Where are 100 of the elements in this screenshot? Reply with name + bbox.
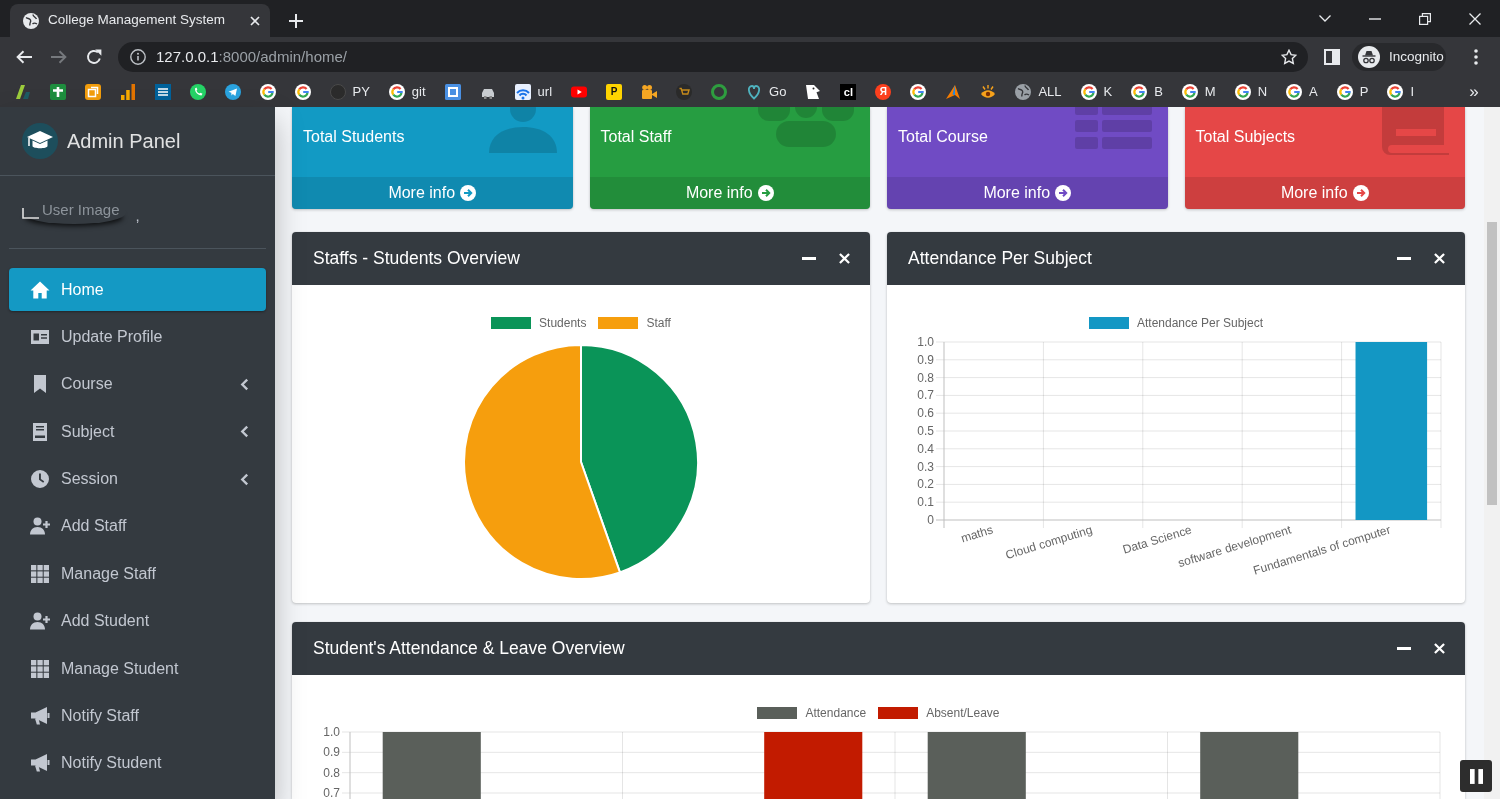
bookmark[interactable]: B [1121, 79, 1173, 105]
sidebar-item[interactable]: Update Profile [9, 315, 266, 359]
sidebar-item[interactable]: Notify Staff [9, 694, 266, 738]
y-tick-label: 1.0 [917, 335, 934, 349]
sidebar-item[interactable]: Subject [9, 410, 266, 454]
phone-bubble-icon [189, 84, 206, 100]
bookmark[interactable]: N [1225, 79, 1277, 105]
slanted-stripes-icon [14, 84, 31, 100]
play-icon [571, 84, 588, 100]
close-icon [1433, 253, 1445, 264]
browser-tab[interactable]: College Management System [10, 4, 270, 37]
arrow-circle-icon [460, 185, 477, 201]
ring-icon [711, 84, 728, 100]
bookmarks-overflow-button[interactable]: » [1460, 79, 1488, 105]
close-icon [838, 253, 850, 264]
bookmark[interactable]: Go [736, 79, 796, 105]
close-icon [1469, 12, 1481, 25]
close-icon [250, 15, 260, 26]
pause-button[interactable] [1460, 760, 1492, 792]
bookmark[interactable]: P [596, 79, 632, 105]
movie-camera-icon [641, 84, 658, 100]
y-tick-label: 0.9 [917, 352, 934, 367]
user-plus-icon [30, 611, 50, 632]
card-title: Staffs - Students Overview [313, 248, 521, 269]
arrow-left-icon [16, 50, 32, 64]
bookmark[interactable]: M [1172, 79, 1226, 105]
cart-icon [676, 84, 693, 100]
stat-title: Total Subjects [1194, 127, 1296, 147]
y-tick-label: 0.7 [917, 388, 934, 403]
user-name: , [135, 205, 140, 226]
profile-button[interactable]: Incognito [1352, 43, 1446, 71]
graduation-cap-icon [22, 123, 58, 159]
sidebar-item[interactable]: Session [9, 457, 266, 501]
bookmark[interactable]: A [1276, 79, 1328, 105]
heart-outline-icon [746, 84, 763, 100]
bookmark[interactable]: I [1377, 79, 1424, 105]
chevron-left-icon [240, 377, 249, 391]
scrollbar-thumb[interactable] [1487, 222, 1497, 505]
bookmark[interactable]: Я [865, 79, 901, 105]
g-ring-icon [1131, 84, 1148, 100]
g-ring-icon [1080, 84, 1097, 100]
legend-label: Students [539, 316, 587, 330]
g-ring-icon [1286, 84, 1303, 100]
legend-label: Staff [646, 316, 671, 330]
paper-plane-icon [224, 84, 241, 100]
address-bar[interactable]: 127.0.0.1:8000/admin/home/ [118, 42, 1308, 72]
info-icon [130, 49, 146, 65]
stat-title: Total Staff [599, 127, 672, 147]
legend-label: Absent/Leave [926, 706, 1000, 720]
url-text: 127.0.0.1:8000/admin/home/ [156, 46, 347, 67]
scrollbar[interactable] [1484, 107, 1500, 799]
bookmark[interactable]: git [379, 79, 436, 105]
bookmark[interactable]: PY [320, 79, 380, 105]
bookmark-star-button[interactable] [1281, 49, 1297, 65]
y-tick-label: 0.5 [917, 424, 934, 438]
y-tick-label: 0.2 [917, 477, 934, 492]
more-info-link[interactable]: More info [589, 177, 870, 209]
sidebar-item[interactable]: Notify Student [9, 741, 266, 785]
more-info-link[interactable]: More info [292, 177, 573, 209]
sidebar-item[interactable]: Manage Student [9, 647, 266, 691]
stat-title: Total Students [302, 127, 405, 147]
restore-icon [1419, 12, 1431, 25]
eye-icon [980, 84, 997, 100]
side-panel-icon [1324, 49, 1340, 65]
brand-link[interactable]: Admin Panel [0, 107, 275, 176]
bookmark[interactable]: K [1071, 79, 1122, 105]
bird-head-icon [805, 84, 822, 100]
y-tick-label: 0.9 [323, 745, 340, 760]
people-icon [758, 107, 854, 147]
book-icon [30, 421, 50, 442]
sidebar-item[interactable]: Add Staff [9, 504, 266, 548]
pause-icon [1469, 768, 1483, 784]
sidebar-item[interactable]: Manage Staff [9, 552, 266, 596]
person-icon [488, 107, 557, 153]
arrow-circle-icon [1352, 185, 1369, 201]
more-info-link[interactable]: More info [1184, 177, 1465, 209]
more-info-link[interactable]: More info [887, 177, 1168, 209]
card-title: Student's Attendance & Leave Overview [313, 638, 626, 659]
arrow-circle-icon [1055, 185, 1072, 201]
y-tick-label: 0.1 [917, 495, 934, 510]
reload-icon [86, 49, 102, 65]
bookmark-logo: Я [875, 84, 892, 100]
bookmark-logo: cl [840, 84, 857, 100]
chevron-down-icon [1319, 15, 1331, 22]
bookmark[interactable]: url [505, 79, 562, 105]
bookmark[interactable]: cl [830, 79, 866, 105]
minimize-icon [1369, 17, 1381, 20]
bookmark[interactable]: P [1327, 79, 1378, 105]
y-axis [349, 731, 351, 799]
close-icon [1433, 643, 1445, 654]
g-ring-icon [1234, 84, 1251, 100]
stacked-squares-icon [84, 84, 101, 100]
user-plus-icon [30, 516, 50, 537]
sidebar-item[interactable]: Add Student [9, 599, 266, 643]
bookmark[interactable]: ALL [1005, 79, 1071, 105]
grid-icon [30, 658, 50, 679]
image-alt-text: User Image [42, 200, 120, 219]
sidebar-item[interactable]: Course [9, 362, 266, 406]
y-tick-label: 0.4 [917, 441, 934, 456]
g-ring-icon [1336, 84, 1353, 100]
